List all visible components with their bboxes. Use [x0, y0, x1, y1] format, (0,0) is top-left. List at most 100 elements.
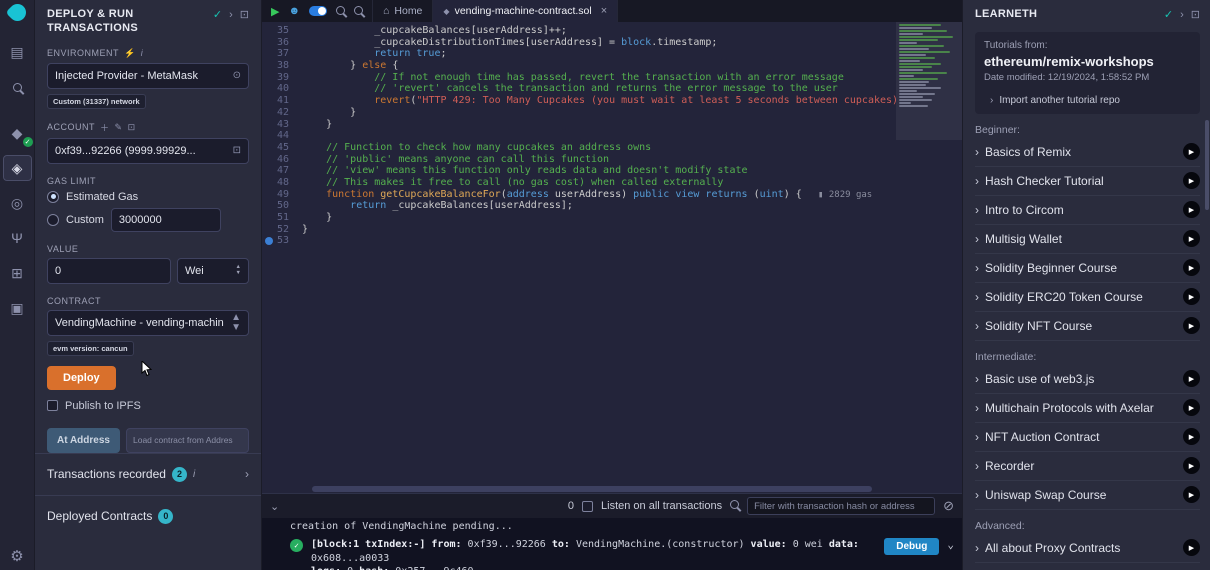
value-input[interactable]	[47, 258, 171, 284]
debug-button[interactable]: Debug	[884, 538, 939, 555]
deploy-button[interactable]: Deploy	[47, 366, 116, 390]
editor-toggle[interactable]	[309, 6, 327, 16]
plugin-manager-icon[interactable]: ⊞	[4, 261, 31, 285]
play-icon[interactable]: ▶	[1183, 370, 1200, 387]
terminal-collapse-icon[interactable]: ⌄	[270, 500, 279, 513]
tutorial-item[interactable]: ›Solidity ERC20 Token Course▶	[975, 283, 1200, 312]
deploy-run-icon[interactable]: ◈	[4, 156, 31, 180]
run-script-icon[interactable]: ▶	[271, 5, 279, 18]
chevron-right-icon: ›	[975, 203, 979, 217]
zoom-in-icon[interactable]	[354, 2, 363, 20]
play-icon[interactable]: ▶	[1183, 143, 1200, 160]
import-tutorial-link[interactable]: ›Import another tutorial repo	[984, 95, 1191, 106]
play-icon[interactable]: ▶	[1183, 539, 1200, 556]
play-icon[interactable]: ▶	[1183, 288, 1200, 305]
tab-home[interactable]: ⌂ Home	[372, 0, 433, 22]
minimap[interactable]	[896, 22, 962, 485]
code-line: 51 }	[262, 212, 962, 224]
solidity-compiler-icon[interactable]: ◆✓	[4, 121, 31, 145]
settings-icon[interactable]: ⚙	[4, 544, 31, 568]
play-icon[interactable]: ▶	[1183, 428, 1200, 445]
publish-icon[interactable]: ☻	[288, 5, 300, 17]
contract-stepper-icon: ▲▼	[231, 313, 241, 333]
tab-contract-file[interactable]: ◆ vending-machine-contract.sol ×	[433, 0, 618, 22]
code-line: 39 // If not enough time has passed, rev…	[262, 72, 962, 84]
info-icon[interactable]: i	[141, 48, 144, 58]
code-line: 37 return true;	[262, 48, 962, 60]
expand-icon[interactable]: ›	[229, 9, 233, 21]
tutorial-item[interactable]: ›Multichain Protocols with Axelar▶	[975, 394, 1200, 423]
chevron-right-icon: ›	[975, 261, 979, 275]
clear-terminal-icon[interactable]: ⊘	[943, 498, 954, 514]
play-icon[interactable]: ▶	[1183, 172, 1200, 189]
custom-gas-radio[interactable]	[47, 214, 59, 226]
play-icon[interactable]: ▶	[1183, 230, 1200, 247]
horizontal-scrollbar[interactable]	[262, 485, 962, 493]
tutorial-item[interactable]: ›Intro to Circom▶	[975, 196, 1200, 225]
tutorial-item-label: Solidity NFT Course	[985, 319, 1177, 333]
tutorial-item-label: Multichain Protocols with Axelar	[985, 401, 1177, 415]
add-account-icon[interactable]: ＋	[100, 121, 110, 134]
tutorial-item[interactable]: ›All about Proxy Contracts▶	[975, 534, 1200, 563]
tutorial-item[interactable]: ›Hash Checker Tutorial▶	[975, 167, 1200, 196]
code-line: 49 function getCupcakeBalanceFor(address…	[262, 189, 962, 201]
transactions-recorded-row[interactable]: Transactions recorded 2 i ›	[35, 453, 261, 495]
tutorial-item[interactable]: ›Solidity Beginner Course▶	[975, 254, 1200, 283]
play-icon[interactable]: ▶	[1183, 486, 1200, 503]
tutorial-item[interactable]: ›Basic use of web3.js▶	[975, 365, 1200, 394]
chevron-right-icon: ›	[975, 290, 979, 304]
tutorial-item[interactable]: ›NFT Auction Contract▶	[975, 423, 1200, 452]
play-icon[interactable]: ▶	[1183, 317, 1200, 334]
transaction-log-row[interactable]: ✓ [block:1 txIndex:-] from: 0xf39...9226…	[290, 538, 954, 570]
plug-icon[interactable]: ⚡	[124, 48, 136, 59]
contract-label: CONTRACT	[47, 296, 101, 306]
at-address-button[interactable]: At Address	[47, 428, 120, 453]
code-line: 53	[262, 235, 962, 247]
account-select[interactable]: 0xf39...92266 (9999.99929... ⊡	[47, 138, 249, 164]
play-icon[interactable]: ▶	[1183, 259, 1200, 276]
tutorial-item[interactable]: ›Uniswap Swap Course▶	[975, 481, 1200, 510]
learneth-pin-icon[interactable]: ⊡	[1191, 8, 1200, 21]
value-unit-select[interactable]: Wei ▲▼	[177, 258, 249, 284]
account-copy-icon[interactable]: ⊡	[233, 145, 241, 156]
copy-account-icon[interactable]: ⊡	[128, 122, 136, 133]
chevron-right-icon: ›	[975, 430, 979, 444]
chevron-right-icon: ›	[975, 174, 979, 188]
deployed-contracts-row[interactable]: Deployed Contracts 0	[35, 495, 261, 537]
code-editor[interactable]: 35 _cupcakeBalances[userAddress]++;36 _c…	[262, 22, 962, 485]
tutorial-item[interactable]: ›Solidity NFT Course▶	[975, 312, 1200, 341]
estimated-gas-radio[interactable]	[47, 191, 59, 203]
chevron-right-icon: ›	[975, 488, 979, 502]
custom-gas-input[interactable]	[111, 208, 221, 232]
debugger-icon[interactable]: ◎	[4, 191, 31, 215]
play-icon[interactable]: ▶	[1183, 457, 1200, 474]
custom-gas-label: Custom	[66, 214, 104, 226]
publish-ipfs-checkbox[interactable]	[47, 400, 58, 411]
tutorial-item[interactable]: ›Multisig Wallet▶	[975, 225, 1200, 254]
learneth-scrollbar[interactable]	[1205, 120, 1209, 210]
search-icon[interactable]	[4, 75, 31, 99]
environment-settings-icon[interactable]: ⊙	[233, 70, 241, 81]
environment-select[interactable]: Injected Provider - MetaMask ⊙	[47, 63, 249, 89]
tx-info-icon[interactable]: i	[193, 469, 195, 480]
at-address-input[interactable]	[126, 428, 249, 453]
play-icon[interactable]: ▶	[1183, 201, 1200, 218]
play-icon[interactable]: ▶	[1183, 399, 1200, 416]
contract-select[interactable]: VendingMachine - vending-machin ▲▼	[47, 310, 249, 336]
tutorial-item[interactable]: ›Recorder▶	[975, 452, 1200, 481]
zoom-out-icon[interactable]	[336, 2, 345, 20]
learneth-expand-icon[interactable]: ›	[1180, 9, 1184, 21]
tx-expand-icon[interactable]: ›	[245, 467, 249, 481]
listen-all-checkbox[interactable]	[582, 501, 593, 512]
close-tab-icon[interactable]: ×	[601, 5, 607, 17]
source-control-icon[interactable]: Ψ	[4, 226, 31, 250]
pin-panel-icon[interactable]: ⊡	[240, 8, 249, 21]
sign-message-icon[interactable]: ✎	[115, 122, 123, 133]
learneth-plugin-icon[interactable]: ▣	[4, 296, 31, 320]
terminal-filter-input[interactable]	[747, 497, 935, 515]
tx-expand-chevron-icon[interactable]: ⌄	[947, 538, 954, 551]
remix-logo[interactable]	[5, 0, 29, 24]
chevron-right-icon: ›	[975, 459, 979, 473]
tutorial-item[interactable]: ›Basics of Remix▶	[975, 138, 1200, 167]
file-explorer-icon[interactable]: ▤	[4, 40, 31, 64]
